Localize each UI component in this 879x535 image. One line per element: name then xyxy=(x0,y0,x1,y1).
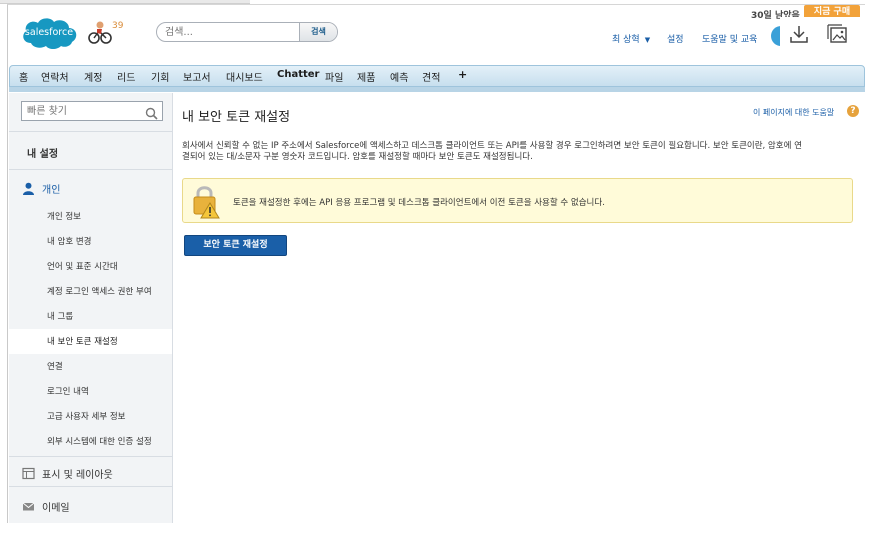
warning-box: 토큰을 재설정한 후에는 API 응용 프로그램 및 데스크톱 클라이언트에서 … xyxy=(182,178,853,223)
quick-find-box xyxy=(21,101,163,121)
sidebar-item-my-groups[interactable]: 내 그룹 xyxy=(9,304,172,329)
avatar-count: 39 xyxy=(112,21,124,31)
person-icon xyxy=(22,180,35,195)
tab-bar: 홈 연락처 계정 리드 기회 보고서 대시보드 Chatter 파일 제품 예측… xyxy=(9,65,865,87)
lock-warning-icon xyxy=(189,183,223,219)
sidebar-item-label: 개인 정보 xyxy=(47,212,81,222)
tab-bar-underline xyxy=(9,87,865,92)
tab-contacts[interactable]: 연락처 xyxy=(41,69,69,84)
sidebar-item-connections[interactable]: 연결 xyxy=(9,354,172,379)
help-icon[interactable]: ? xyxy=(847,105,859,117)
help-for-this-page-link[interactable]: 이 페이지에 대한 도움말 xyxy=(753,107,834,118)
sidebar-item-label: 고급 사용자 세부 정보 xyxy=(47,412,126,422)
sidebar-item-advanced-user-details[interactable]: 고급 사용자 세부 정보 xyxy=(9,404,172,429)
tab-all-tabs-plus[interactable]: + xyxy=(458,68,467,81)
logo-text: salesforce xyxy=(25,27,73,38)
user-menu[interactable]: 최 상혁 ▼ xyxy=(612,32,650,45)
sidebar-divider xyxy=(9,486,172,487)
warning-message: 토큰을 재설정한 후에는 API 응용 프로그램 및 데스크톱 클라이언트에서 … xyxy=(233,198,605,208)
sidebar-divider xyxy=(9,169,172,170)
sidebar-item-login-history[interactable]: 로그인 내역 xyxy=(9,379,172,404)
tab-products[interactable]: 제품 xyxy=(357,69,375,84)
sidebar-item-label: 로그인 내역 xyxy=(47,387,89,397)
user-name: 최 상혁 xyxy=(612,35,640,45)
tab-reports[interactable]: 보고서 xyxy=(183,69,211,84)
sidebar-divider xyxy=(9,456,172,457)
sidebar-item-label: 언어 및 표준 시간대 xyxy=(47,262,118,272)
main-content: 내 보안 토큰 재설정 이 페이지에 대한 도움말 ? 회사에서 신뢰할 수 없… xyxy=(174,93,865,523)
avatar[interactable] xyxy=(87,19,113,45)
chevron-down-icon: ▼ xyxy=(644,36,651,44)
sidebar-item-external-auth-settings[interactable]: 외부 시스템에 대한 인증 설정 xyxy=(9,429,172,454)
help-training-link[interactable]: 도움말 및 교육 xyxy=(702,32,757,45)
header: salesforce 39 검색 30일 남았음 지금 구매 최 상혁▼ 설정 … xyxy=(8,5,865,65)
image-icon[interactable] xyxy=(827,23,849,45)
tab-dashboards[interactable]: 대시보드 xyxy=(226,69,263,84)
tab-files[interactable]: 파일 xyxy=(325,69,343,84)
quick-find-input[interactable] xyxy=(27,104,137,118)
tab-quotes[interactable]: 견적 xyxy=(422,69,440,84)
sidebar-item-label: 내 암호 변경 xyxy=(47,237,92,247)
description-line: 결되어 있는 대/소문자 구분 영숫자 코드입니다. 암호를 재설정할 때마다 … xyxy=(182,152,533,162)
sidebar-divider xyxy=(9,131,172,132)
sidebar-item-language-timezone[interactable]: 언어 및 표준 시간대 xyxy=(9,254,172,279)
reset-security-token-button[interactable]: 보안 토큰 재설정 xyxy=(184,235,287,256)
sidebar-section-label: 이메일 xyxy=(42,503,70,514)
sidebar-item-label: 내 그룹 xyxy=(47,312,74,322)
sidebar-section-email[interactable]: 이메일 xyxy=(9,493,172,517)
salesforce-window: salesforce 39 검색 30일 남았음 지금 구매 최 상혁▼ 설정 … xyxy=(7,4,865,523)
page-description: 회사에서 신뢰할 수 없는 IP 주소에서 Salesforce에 액세스하고 … xyxy=(182,141,854,163)
setup-sidebar: 내 설정 개인 개인 정보 내 암호 변경 언어 및 표준 시간대 계정 로그인… xyxy=(9,93,173,523)
download-icon[interactable] xyxy=(788,23,810,45)
search-input[interactable] xyxy=(165,24,295,40)
sidebar-item-grant-login-access[interactable]: 계정 로그인 액세스 권한 부여 xyxy=(9,279,172,304)
screenshot-toolbar xyxy=(780,17,865,51)
settings-link[interactable]: 설정 xyxy=(667,32,684,45)
search-icon[interactable] xyxy=(145,105,158,120)
layout-icon xyxy=(22,465,35,480)
sidebar-item-personal-info[interactable]: 개인 정보 xyxy=(9,204,172,229)
tab-opportunities[interactable]: 기회 xyxy=(151,69,169,84)
search-button[interactable]: 검색 xyxy=(299,23,337,41)
sidebar-item-reset-security-token[interactable]: 내 보안 토큰 재설정 xyxy=(9,329,172,354)
my-settings-heading: 내 설정 xyxy=(27,149,59,160)
page-title: 내 보안 토큰 재설정 xyxy=(182,110,291,125)
tab-forecasts[interactable]: 예측 xyxy=(390,69,408,84)
global-search: 검색 xyxy=(156,22,338,42)
sidebar-section-display-layout[interactable]: 표시 및 레이아웃 xyxy=(9,460,172,484)
sidebar-item-label: 계정 로그인 액세스 권한 부여 xyxy=(47,287,152,297)
sidebar-item-label: 내 보안 토큰 재설정 xyxy=(47,337,118,347)
sidebar-section-label: 표시 및 레이아웃 xyxy=(42,470,113,481)
sidebar-item-label: 외부 시스템에 대한 인증 설정 xyxy=(47,437,152,447)
sidebar-item-label: 연결 xyxy=(47,362,63,372)
sidebar-item-change-password[interactable]: 내 암호 변경 xyxy=(9,229,172,254)
salesforce-logo[interactable]: salesforce xyxy=(19,13,80,53)
sidebar-section-label: 개인 xyxy=(42,185,61,196)
tab-accounts[interactable]: 계정 xyxy=(84,69,102,84)
sidebar-section-personal[interactable]: 개인 xyxy=(9,175,172,199)
tab-chatter[interactable]: Chatter xyxy=(277,69,319,80)
tab-home[interactable]: 홈 xyxy=(19,69,28,84)
tab-leads[interactable]: 리드 xyxy=(117,69,135,84)
description-line: 회사에서 신뢰할 수 없는 IP 주소에서 Salesforce에 액세스하고 … xyxy=(182,141,802,151)
envelope-icon xyxy=(22,498,35,511)
